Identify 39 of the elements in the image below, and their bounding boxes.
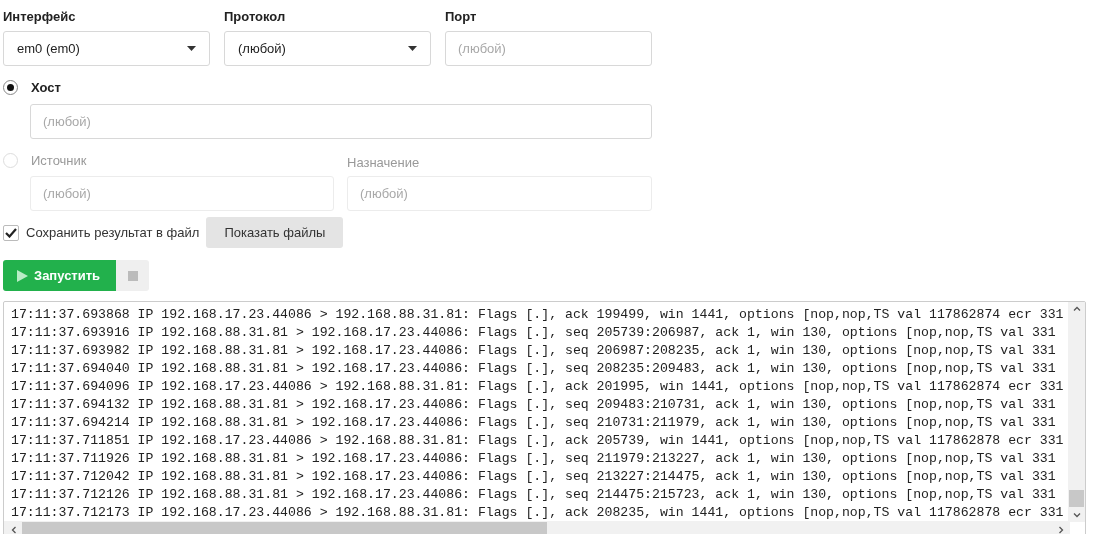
field-label: Назначение — [347, 154, 420, 172]
field-label: Интерфейс — [3, 9, 77, 25]
dropdown[interactable]: (любой) — [224, 31, 431, 66]
stop-icon — [127, 270, 138, 281]
caret-icon — [187, 46, 196, 51]
show-files-button[interactable]: Показать файлы — [206, 217, 344, 248]
text-field[interactable]: (любой) — [347, 176, 652, 211]
log-line: 17:11:37.712042 IP 192.168.88.31.81 > 192.168.17.23.44086: Flags [.], seq 213227:214475, ack 1, win 130, options [nop,nop,TS val 331 — [11, 468, 1056, 486]
dropdown[interactable]: em0 (em0) — [3, 31, 210, 66]
scroll-down-icon[interactable] — [1072, 513, 1081, 518]
checkbox-label: Сохранить результат в файл — [26, 223, 200, 242]
text-field[interactable]: (любой) — [30, 103, 652, 139]
horizontal-scrollbar[interactable] — [4, 521, 1070, 534]
field-label: Порт — [445, 9, 478, 25]
log-line: 17:11:37.694040 IP 192.168.88.31.81 > 192.168.17.23.44086: Flags [.], seq 208235:209483, ack 1, win 130, options [nop,nop,TS val 331 — [11, 360, 1056, 378]
scroll-left-icon[interactable] — [10, 525, 16, 534]
log-line: 17:11:37.712173 IP 192.168.17.23.44086 > 192.168.88.31.81: Flags [.], ack 208235, win 1441, options [nop,nop,TS val 117862878 ecr 331 — [11, 504, 1064, 522]
scroll-up-icon[interactable] — [1072, 306, 1081, 311]
text-field[interactable]: (любой) — [30, 176, 334, 211]
checkbox[interactable] — [3, 224, 19, 241]
scrollbar-thumb[interactable] — [22, 522, 547, 534]
log-line: 17:11:37.693916 IP 192.168.88.31.81 > 192.168.17.23.44086: Flags [.], seq 205739:206987, ack 1, win 130, options [nop,nop,TS val 331 — [11, 324, 1056, 342]
log-line: 17:11:37.711926 IP 192.168.88.31.81 > 192.168.17.23.44086: Flags [.], seq 211979:213227, ack 1, win 130, options [nop,nop,TS val 331 — [11, 450, 1056, 468]
scroll-right-icon[interactable] — [1058, 525, 1064, 534]
caret-icon — [408, 46, 417, 51]
log-line: 17:11:37.712126 IP 192.168.88.31.81 > 192.168.17.23.44086: Flags [.], seq 214475:215723, ack 1, win 130, options [nop,nop,TS val 331 — [11, 486, 1056, 504]
play-icon — [17, 269, 28, 282]
vertical-scrollbar[interactable] — [1068, 302, 1085, 522]
radio-label: Хост — [31, 79, 61, 97]
log-line: 17:11:37.693868 IP 192.168.17.23.44086 > 192.168.88.31.81: Flags [.], ack 199499, win 1441, options [nop,nop,TS val 117862874 ecr 331 — [11, 306, 1064, 324]
log-line: 17:11:37.694132 IP 192.168.88.31.81 > 192.168.17.23.44086: Flags [.], seq 209483:210731, ack 1, win 130, options [nop,nop,TS val 331 — [11, 396, 1056, 414]
radio-label: Источник — [31, 151, 87, 170]
log-line: 17:11:37.694214 IP 192.168.88.31.81 > 192.168.17.23.44086: Flags [.], seq 210731:211979, ack 1, win 130, options [nop,nop,TS val 331 — [11, 414, 1056, 432]
log-line: 17:11:37.694096 IP 192.168.17.23.44086 > 192.168.88.31.81: Flags [.], ack 201995, win 1441, options [nop,nop,TS val 117862874 ecr 331 — [11, 378, 1064, 396]
scrollbar-thumb[interactable] — [1069, 490, 1084, 507]
text-field[interactable]: (любой) — [445, 31, 652, 66]
log-line: 17:11:37.693982 IP 192.168.88.31.81 > 192.168.17.23.44086: Flags [.], seq 206987:208235, ack 1, win 130, options [nop,nop,TS val 331 — [11, 342, 1056, 360]
log-line: 17:11:37.711851 IP 192.168.17.23.44086 > 192.168.88.31.81: Flags [.], ack 205739, win 1441, options [nop,nop,TS val 117862878 ecr 331 — [11, 432, 1064, 450]
field-label: Протокол — [224, 9, 287, 25]
